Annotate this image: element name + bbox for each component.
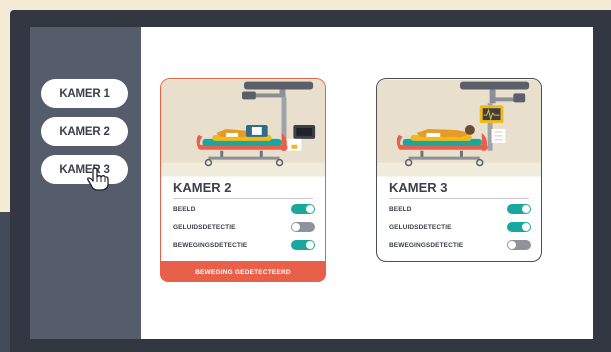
- geluidsdetectie-toggle[interactable]: [507, 222, 531, 232]
- toggle-knob: [522, 223, 530, 231]
- geluidsdetectie-toggle[interactable]: [291, 222, 315, 232]
- setting-row-beeld: BEELD: [173, 203, 315, 215]
- setting-row-bewegingsdetectie: BEWEGINGSDETECTIE: [389, 239, 531, 251]
- setting-label: BEWEGINGSDETECTIE: [173, 241, 248, 249]
- bewegingsdetectie-toggle[interactable]: [291, 240, 315, 250]
- patient-bed-illustration: [161, 79, 325, 177]
- setting-label: BEWEGINGSDETECTIE: [389, 241, 464, 249]
- toggle-knob: [522, 205, 530, 213]
- card-divider: [389, 198, 529, 199]
- room-card-kamer-3[interactable]: KAMER 3 BEELD GELUIDSDETECTIE BEWEGINGSD…: [376, 78, 542, 262]
- setting-row-beeld: BEELD: [389, 203, 531, 215]
- setting-label: GELUIDSDETECTIE: [389, 223, 452, 231]
- toggle-knob: [508, 241, 516, 249]
- hand-cursor-icon: [87, 167, 109, 191]
- toggle-knob: [306, 205, 314, 213]
- patient-bed-illustration: [377, 79, 541, 177]
- room-button-kamer-1[interactable]: KAMER 1: [41, 79, 128, 108]
- room-card-kamer-2[interactable]: KAMER 2 BEELD GELUIDSDETECTIE BEWEGINGSD…: [160, 78, 326, 262]
- setting-label: BEELD: [389, 205, 412, 213]
- beeld-toggle[interactable]: [291, 204, 315, 214]
- room-button-kamer-2[interactable]: KAMER 2: [41, 117, 128, 146]
- setting-row-geluidsdetectie: GELUIDSDETECTIE: [389, 221, 531, 233]
- toggle-knob: [292, 223, 300, 231]
- setting-label: BEELD: [173, 205, 196, 213]
- beeld-toggle[interactable]: [507, 204, 531, 214]
- bewegingsdetectie-toggle[interactable]: [507, 240, 531, 250]
- card-title: KAMER 3: [389, 180, 448, 195]
- setting-row-geluidsdetectie: GELUIDSDETECTIE: [173, 221, 315, 233]
- setting-row-bewegingsdetectie: BEWEGINGSDETECTIE: [173, 239, 315, 251]
- setting-label: GELUIDSDETECTIE: [173, 223, 236, 231]
- card-title: KAMER 2: [173, 180, 232, 195]
- room-button-kamer-3[interactable]: KAMER 3: [41, 155, 128, 184]
- card-divider: [173, 198, 313, 199]
- motion-alert-banner[interactable]: BEWEGING GEDETECTEERD: [160, 262, 326, 282]
- toggle-knob: [306, 241, 314, 249]
